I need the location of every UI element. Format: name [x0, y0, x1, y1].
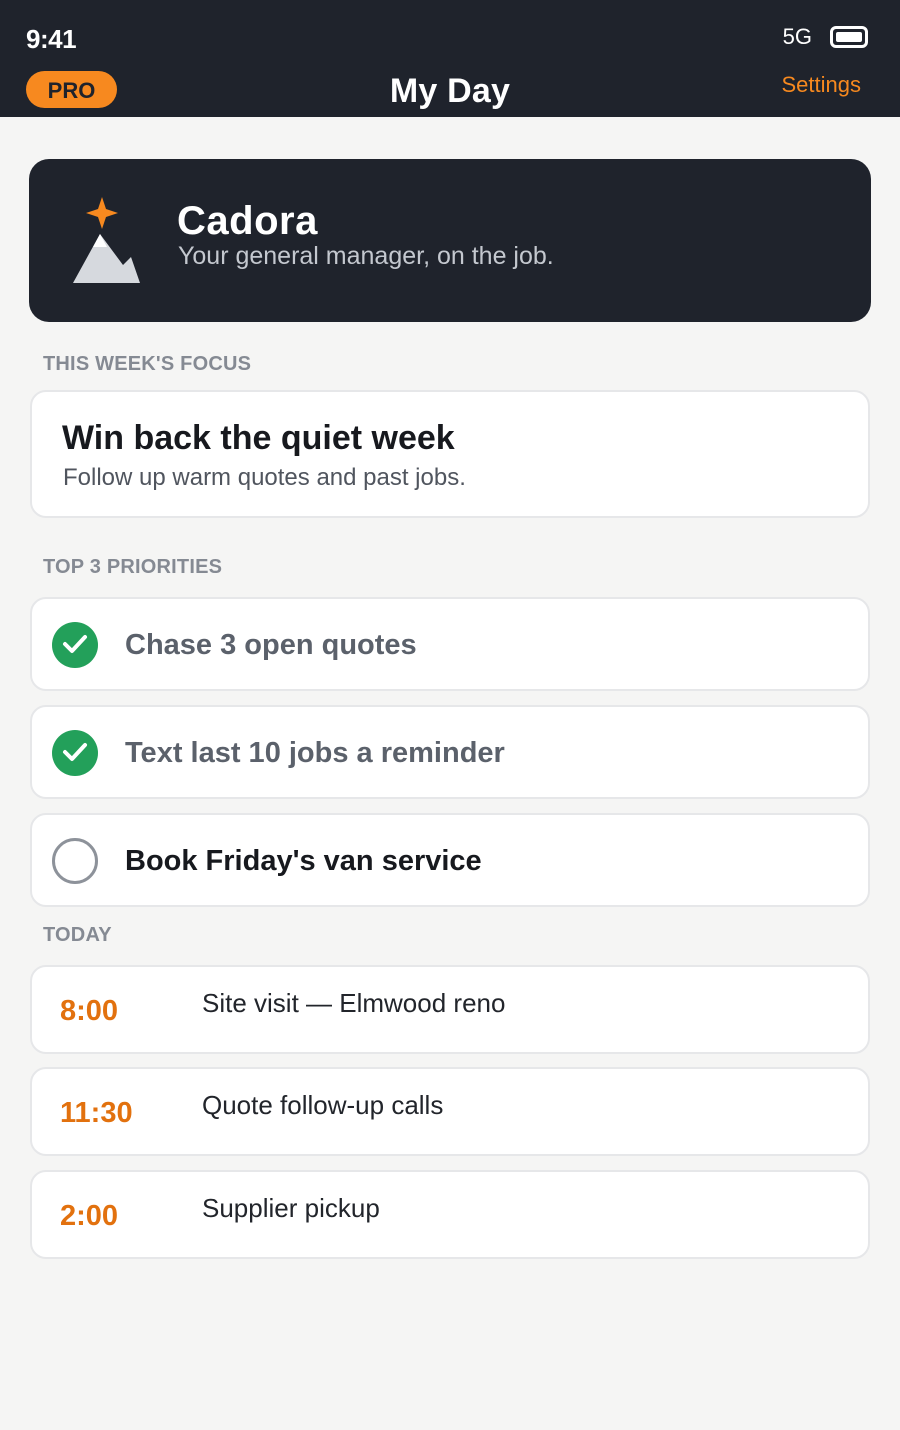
- event-time: 2:00: [60, 1200, 119, 1232]
- event-title: Site visit — Elmwood reno: [202, 988, 506, 1018]
- checkmark-icon[interactable]: [52, 730, 98, 776]
- brand-tagline: Your general manager, on the job.: [178, 242, 554, 270]
- checkmark-icon[interactable]: [52, 622, 98, 668]
- schedule-item[interactable]: 8:00 Site visit — Elmwood reno: [30, 965, 870, 1054]
- focus-card: Win back the quiet week Follow up warm q…: [30, 390, 870, 518]
- mountain-star-icon: [73, 197, 140, 283]
- event-time: 11:30: [60, 1097, 133, 1129]
- priority-label: Text last 10 jobs a reminder: [125, 737, 505, 769]
- priority-item[interactable]: Book Friday's van service: [30, 813, 870, 907]
- priorities-section-label: TOP 3 PRIORITIES: [43, 556, 223, 578]
- brand-name: Cadora: [177, 199, 318, 243]
- status-time: 9:41: [26, 24, 77, 54]
- focus-title: Win back the quiet week: [62, 419, 455, 457]
- priority-label: Book Friday's van service: [125, 845, 482, 877]
- today-section-label: TODAY: [43, 924, 112, 946]
- priority-label: Chase 3 open quotes: [125, 629, 417, 661]
- event-title: Supplier pickup: [202, 1193, 380, 1223]
- empty-circle-icon[interactable]: [52, 838, 98, 884]
- status-indicators: 5G: [783, 20, 868, 54]
- brand-card: Cadora Your general manager, on the job.: [29, 159, 871, 322]
- page-title: My Day: [389, 72, 511, 110]
- event-title: Quote follow-up calls: [202, 1090, 444, 1120]
- battery-icon: [830, 26, 868, 48]
- priority-item[interactable]: Chase 3 open quotes: [30, 597, 870, 691]
- schedule-item[interactable]: 2:00 Supplier pickup: [30, 1170, 870, 1259]
- priority-item[interactable]: Text last 10 jobs a reminder: [30, 705, 870, 799]
- event-time: 8:00: [60, 995, 119, 1027]
- focus-subtitle: Follow up warm quotes and past jobs.: [63, 464, 466, 491]
- settings-button[interactable]: Settings: [782, 72, 862, 98]
- focus-section-label: THIS WEEK'S FOCUS: [43, 353, 252, 375]
- schedule-item[interactable]: 11:30 Quote follow-up calls: [30, 1067, 870, 1156]
- network-label: 5G: [782, 24, 812, 49]
- app-bar: 9:41 5G PRO My Day Settings: [0, 0, 900, 117]
